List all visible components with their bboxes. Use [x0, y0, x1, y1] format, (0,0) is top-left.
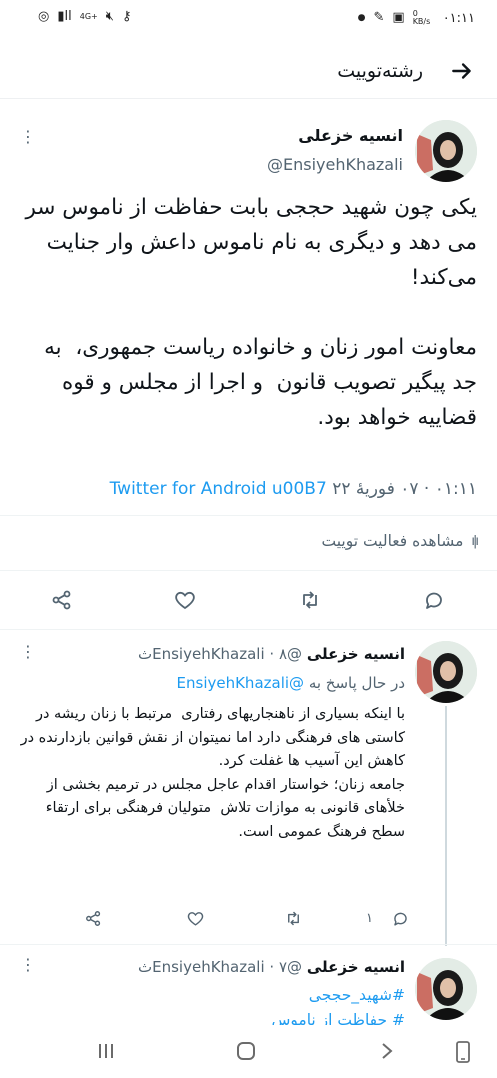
like-button[interactable]: [180, 903, 210, 933]
retweet-button[interactable]: [278, 903, 308, 933]
network-speed: 0 KB/s: [412, 9, 431, 26]
retweet-icon: [303, 591, 317, 609]
phone-icon: [456, 1041, 470, 1063]
status-bar: ◎ ▮ll 4G+ 🔇︎ ⚷ ● ✎ ▣ 0 KB/s ۰۱:۱۱: [0, 0, 497, 40]
status-right-info: ● ✎ ▣ 0 KB/s ۰۱:۱۱: [358, 10, 475, 26]
profile-photo: [415, 120, 477, 182]
tweet-source[interactable]: Twitter for Android u00B7: [110, 479, 327, 499]
more-options-icon[interactable]: ⋮: [20, 642, 36, 661]
reply-button[interactable]: [419, 585, 449, 615]
avatar[interactable]: [415, 641, 477, 703]
divider: [0, 629, 497, 630]
hashtag-link[interactable]: #شهید_حججی: [309, 986, 405, 1004]
recent-apps-icon: [99, 1044, 113, 1058]
system-nav-bar: [0, 1027, 497, 1078]
avatar[interactable]: [415, 120, 477, 182]
reply-button[interactable]: ۱: [366, 903, 410, 933]
retweet-button[interactable]: [295, 585, 325, 615]
gallery-icon: ▣: [392, 10, 405, 25]
divider: [0, 515, 497, 516]
network-type: 4G+: [79, 12, 98, 21]
app-bar: رشته‌توییت: [0, 48, 497, 99]
share-button[interactable]: [47, 585, 77, 615]
tweet-activity-link[interactable]: ı|ı مشاهده فعالیت توییت: [321, 532, 478, 550]
key-icon: ⚷: [121, 9, 132, 24]
recent-apps-button[interactable]: [96, 1041, 116, 1065]
signal-icon: ▮ll: [57, 9, 72, 24]
whatsapp-icon: ◎: [38, 9, 50, 24]
like-button[interactable]: [170, 585, 200, 615]
heart-icon: [187, 911, 203, 926]
replying-prefix: در حال پاسخ به: [308, 674, 405, 692]
home-button[interactable]: [235, 1040, 257, 1066]
author-handle[interactable]: @EnsiyehKhazali: [267, 155, 403, 174]
profile-photo: [415, 641, 477, 703]
home-icon: [237, 1042, 255, 1060]
profile-photo: [415, 958, 477, 1020]
reply-header: انسیه خزعلی @EnsiyehKhazali · ۷ث: [138, 958, 405, 976]
dot-icon: ●: [357, 13, 366, 23]
thread-line: [445, 706, 447, 946]
mute-icon: 🔇︎: [105, 9, 114, 24]
divider: [0, 944, 497, 945]
more-options-icon[interactable]: ⋮: [20, 955, 36, 974]
chevron-right-icon: [382, 1043, 393, 1059]
tweet-timestamp: ۰۱:۱۱ · ۰۷ فوریهٔ ۲۲: [332, 479, 477, 499]
comment-icon: [426, 592, 442, 609]
tweet-text: یکی چون شهید حججی بابت حفاظت از ناموس سر…: [25, 195, 477, 430]
reply-partial-text: # حفاظت از ناموس: [271, 1011, 405, 1025]
more-options-icon[interactable]: ⋮: [20, 127, 36, 146]
reply-count: ۱: [366, 910, 373, 926]
heart-icon: [175, 591, 195, 610]
status-left-icons: ◎ ▮ll 4G+ 🔇︎ ⚷: [38, 10, 131, 24]
reply-header: انسیه خزعلی @EnsiyehKhazali · ۸ث: [138, 645, 405, 663]
reply-author-name[interactable]: انسیه خزعلی: [307, 958, 405, 976]
clock: ۰۱:۱۱: [442, 10, 475, 26]
reply-action-bar: ۱: [0, 903, 407, 933]
back-nav-button[interactable]: [378, 1041, 396, 1065]
retweet-icon: [287, 911, 299, 925]
page-title: رشته‌توییت: [337, 60, 423, 82]
keyboard-toggle-button[interactable]: [455, 1041, 471, 1067]
avatar[interactable]: [415, 958, 477, 1020]
activity-label: مشاهده فعالیت توییت: [321, 532, 464, 550]
share-button[interactable]: [78, 903, 108, 933]
tweet-action-bar: [0, 583, 497, 617]
reply-text: با اینکه بسیاری از ناهنجاریهای رفتاری مر…: [20, 706, 405, 840]
replying-to: در حال پاسخ به @EnsiyehKhazali: [177, 674, 405, 692]
back-button[interactable]: [449, 58, 475, 84]
comment-icon: [394, 912, 407, 926]
arrow-right-icon: [452, 63, 471, 79]
divider: [0, 570, 497, 571]
app-icon: ✎: [373, 10, 385, 25]
share-icon: [85, 910, 100, 926]
replying-to-link[interactable]: @EnsiyehKhazali: [177, 674, 305, 692]
tweet-meta: ۰۱:۱۱ · ۰۷ فوریهٔ ۲۲ Twitter for Android…: [110, 479, 477, 499]
author-name[interactable]: انسیه خزعلی: [298, 126, 403, 145]
analytics-icon: ı|ı: [471, 533, 478, 549]
reply-author-name[interactable]: انسیه خزعلی: [307, 645, 405, 663]
share-icon: [52, 590, 71, 610]
